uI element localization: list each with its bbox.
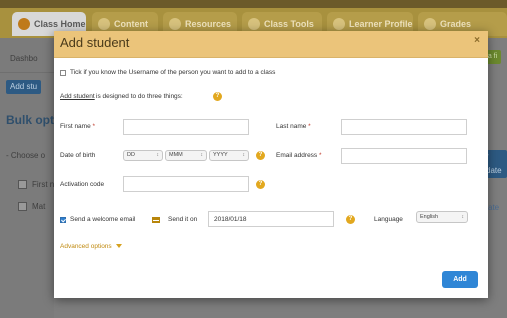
dashboard-label: Dashbo bbox=[10, 54, 38, 63]
email-field[interactable] bbox=[341, 148, 467, 164]
activation-code-input[interactable] bbox=[123, 176, 249, 192]
send-date-input[interactable] bbox=[208, 211, 334, 227]
profile-icon bbox=[333, 17, 345, 30]
intro-text: is designed to do three things: bbox=[96, 93, 183, 100]
help-icon[interactable]: ? bbox=[256, 180, 265, 189]
date-of-birth-label: Date of birth bbox=[60, 152, 96, 159]
last-name-label: Last name * bbox=[276, 123, 311, 130]
tools-icon bbox=[248, 17, 260, 30]
row-checkbox[interactable] bbox=[18, 180, 27, 189]
chevron-down-icon bbox=[115, 244, 122, 249]
top-bar bbox=[0, 0, 507, 8]
grades-icon bbox=[424, 17, 436, 30]
choose-select[interactable]: - Choose o bbox=[6, 151, 45, 160]
bulk-options-heading: Bulk opti bbox=[6, 113, 58, 127]
first-name-input[interactable] bbox=[123, 119, 249, 135]
divider bbox=[0, 72, 54, 73]
list-item: Mat bbox=[32, 202, 46, 211]
modal-header: Add student × bbox=[54, 31, 488, 58]
last-name-input[interactable] bbox=[341, 119, 467, 135]
language-label: Language bbox=[374, 216, 403, 223]
know-username-checkbox[interactable] bbox=[60, 70, 66, 76]
first-name-label: First name * bbox=[60, 123, 96, 130]
add-student-modal: Add student × Tick if you know the Usern… bbox=[54, 31, 488, 298]
dob-year-select[interactable]: YYYY ↕ bbox=[209, 150, 249, 161]
home-icon bbox=[18, 17, 30, 30]
add-student-link[interactable]: Add student bbox=[60, 93, 95, 100]
send-welcome-email-checkbox[interactable] bbox=[60, 217, 66, 223]
mail-icon bbox=[152, 217, 160, 223]
dob-day-select[interactable]: DD ↕ bbox=[123, 150, 163, 161]
advanced-options-toggle[interactable]: Advanced options bbox=[60, 243, 122, 250]
help-icon[interactable]: ? bbox=[346, 215, 355, 224]
language-select[interactable]: English ↕ bbox=[416, 211, 468, 223]
bg-link[interactable]: ate bbox=[488, 203, 499, 212]
send-welcome-email-label: Send a welcome email bbox=[70, 216, 136, 223]
help-icon[interactable]: ? bbox=[256, 151, 265, 160]
close-icon[interactable]: × bbox=[474, 35, 480, 46]
first-name-column: First n bbox=[32, 180, 55, 189]
dob-month-select[interactable]: MMM ↕ bbox=[165, 150, 207, 161]
modal-title: Add student bbox=[60, 35, 130, 50]
content-icon bbox=[98, 17, 110, 30]
add-button[interactable]: Add bbox=[442, 271, 478, 288]
email-address-label: Email address * bbox=[276, 152, 322, 159]
help-icon[interactable]: ? bbox=[213, 92, 222, 101]
row-checkbox[interactable] bbox=[18, 202, 27, 211]
know-username-label: Tick if you know the Username of the per… bbox=[70, 69, 276, 76]
add-student-bg-button[interactable]: Add stu bbox=[6, 80, 42, 94]
activation-code-label: Activation code bbox=[60, 181, 105, 188]
send-it-on-label: Send it on bbox=[168, 216, 198, 223]
resources-icon bbox=[169, 17, 181, 30]
